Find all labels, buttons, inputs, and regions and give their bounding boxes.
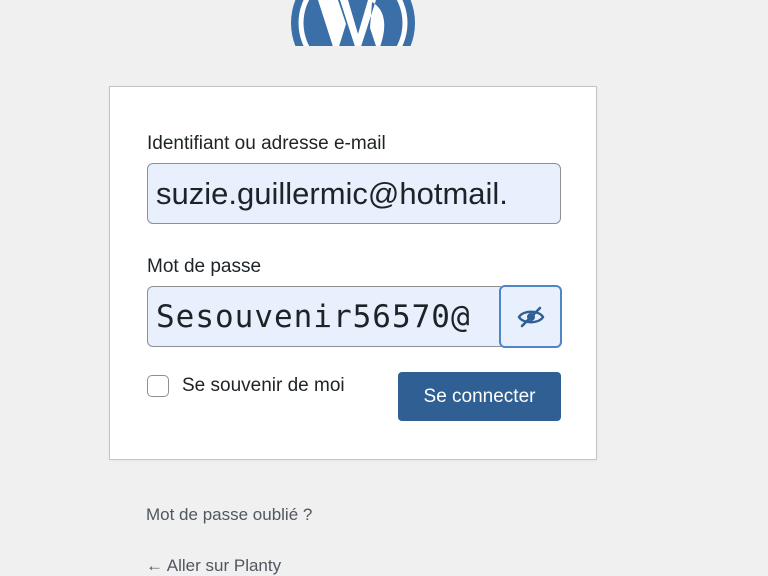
remember-me[interactable]: Se souvenir de moi <box>147 375 345 397</box>
wordpress-logo-icon[interactable] <box>288 0 418 46</box>
password-label: Mot de passe <box>147 256 262 277</box>
back-to-site-link[interactable]: ← Aller sur Planty <box>146 556 281 576</box>
username-label: Identifiant ou adresse e-mail <box>147 133 386 154</box>
eye-slash-icon <box>517 306 544 327</box>
remember-checkbox[interactable] <box>147 375 169 397</box>
remember-label: Se souvenir de moi <box>182 375 345 396</box>
username-field[interactable] <box>147 163 561 224</box>
username-input[interactable] <box>148 164 560 223</box>
password-input[interactable] <box>148 287 501 346</box>
lost-password-link[interactable]: Mot de passe oublié ? <box>146 505 312 525</box>
login-button[interactable]: Se connecter <box>398 372 561 421</box>
login-form: Identifiant ou adresse e-mail Mot de pas… <box>109 86 597 460</box>
toggle-password-button[interactable] <box>499 285 562 348</box>
password-field[interactable] <box>147 286 501 347</box>
